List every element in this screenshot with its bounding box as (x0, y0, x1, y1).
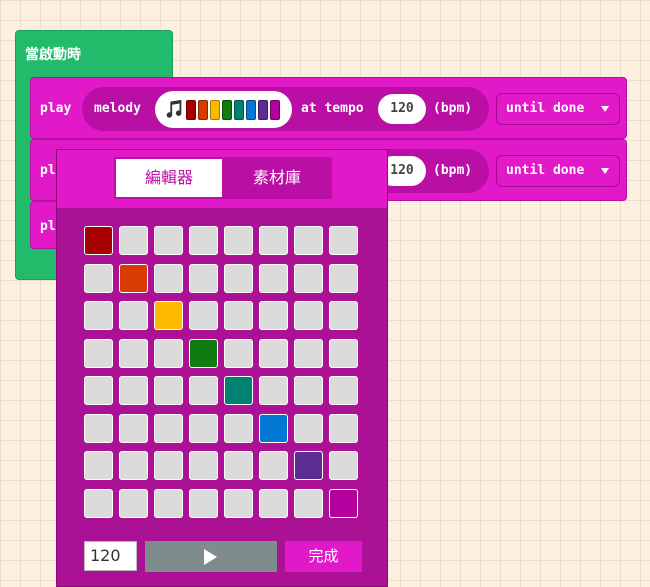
note-cell[interactable] (294, 226, 323, 255)
note-cell[interactable] (259, 338, 288, 368)
note-cell[interactable] (189, 226, 218, 255)
note-cell[interactable] (294, 413, 323, 443)
note-cell[interactable] (259, 488, 288, 518)
tab-gallery[interactable]: 素材庫 (224, 159, 330, 197)
note-cell[interactable] (259, 301, 288, 330)
play-mode-value: until done (506, 101, 585, 116)
melody-field[interactable] (155, 91, 292, 128)
play-melody-block[interactable]: play melody at tempo 120 (bpm) until don… (30, 77, 627, 139)
note-cell[interactable] (84, 376, 113, 405)
editor-tab-bar: 編輯器 素材庫 (114, 157, 332, 199)
note-cell[interactable] (259, 226, 288, 255)
note-cell[interactable] (189, 451, 218, 480)
note-cell[interactable] (119, 338, 148, 368)
note-cell-selected[interactable] (294, 451, 323, 480)
melody-note-swatch (198, 100, 208, 120)
note-cell-selected[interactable] (224, 376, 253, 405)
melody-note-swatch (210, 100, 220, 120)
melody-note-swatch (186, 100, 196, 120)
play-mode-dropdown[interactable]: until done (496, 155, 620, 187)
note-cell[interactable] (154, 376, 183, 405)
music-note-icon (166, 99, 182, 118)
note-cell[interactable] (329, 451, 358, 480)
note-cell[interactable] (329, 226, 358, 255)
note-cell[interactable] (224, 488, 253, 518)
note-cell[interactable] (329, 376, 358, 405)
tab-editor[interactable]: 編輯器 (116, 159, 222, 197)
melody-note-swatch (246, 100, 256, 120)
note-cell[interactable] (119, 451, 148, 480)
note-cell[interactable] (84, 263, 113, 293)
note-cell[interactable] (154, 451, 183, 480)
note-cell[interactable] (259, 263, 288, 293)
note-cell-selected[interactable] (329, 488, 358, 518)
note-cell[interactable] (84, 301, 113, 330)
note-cell[interactable] (294, 338, 323, 368)
at-tempo-label: at tempo (301, 101, 364, 116)
note-cell[interactable] (224, 263, 253, 293)
melody-editor: 編輯器 素材庫 120 完成 (56, 149, 388, 587)
play-triangle-icon (204, 549, 217, 565)
note-cell[interactable] (119, 413, 148, 443)
note-cell[interactable] (154, 488, 183, 518)
play-mode-dropdown[interactable]: until done (496, 93, 620, 125)
note-cell[interactable] (224, 226, 253, 255)
melody-note-swatch (234, 100, 244, 120)
note-cell[interactable] (224, 338, 253, 368)
note-cell[interactable] (224, 413, 253, 443)
note-cell[interactable] (294, 263, 323, 293)
note-cell[interactable] (259, 376, 288, 405)
melody-note-swatch (258, 100, 268, 120)
note-cell[interactable] (189, 413, 218, 443)
note-cell[interactable] (119, 301, 148, 330)
note-cell[interactable] (154, 413, 183, 443)
note-cell[interactable] (224, 301, 253, 330)
tempo-input[interactable]: 120 (84, 541, 137, 571)
bpm-label: (bpm) (433, 101, 473, 116)
note-cell[interactable] (154, 226, 183, 255)
note-cell[interactable] (259, 451, 288, 480)
note-cell-selected[interactable] (259, 413, 288, 443)
note-cell[interactable] (329, 338, 358, 368)
note-cell[interactable] (84, 451, 113, 480)
note-cell[interactable] (189, 376, 218, 405)
melody-label: melody (94, 101, 141, 116)
note-cell[interactable] (329, 263, 358, 293)
on-start-label: 當啟動時 (25, 47, 81, 63)
note-cell[interactable] (119, 488, 148, 518)
note-cell[interactable] (119, 376, 148, 405)
bpm-label: (bpm) (433, 163, 473, 178)
note-cell[interactable] (329, 413, 358, 443)
note-cell[interactable] (329, 301, 358, 330)
preview-play-button[interactable] (145, 541, 277, 572)
play-mode-value: until done (506, 163, 585, 178)
note-cell[interactable] (84, 488, 113, 518)
chevron-down-icon (601, 168, 609, 174)
note-cell[interactable] (224, 451, 253, 480)
note-cell[interactable] (294, 301, 323, 330)
note-cell-selected[interactable] (119, 263, 148, 293)
note-cell[interactable] (189, 301, 218, 330)
editor-header: 編輯器 素材庫 (57, 150, 387, 208)
note-cell[interactable] (119, 226, 148, 255)
note-cell[interactable] (84, 413, 113, 443)
melody-note-swatch (270, 100, 280, 120)
note-cell-selected[interactable] (189, 338, 218, 368)
melody-note-swatch (222, 100, 232, 120)
note-cell[interactable] (294, 488, 323, 518)
note-cell-selected[interactable] (154, 301, 183, 330)
note-cell[interactable] (154, 338, 183, 368)
done-button[interactable]: 完成 (285, 541, 362, 572)
chevron-down-icon (601, 106, 609, 112)
note-cell[interactable] (189, 488, 218, 518)
play-label: play (40, 101, 72, 116)
note-cell-selected[interactable] (84, 226, 113, 255)
note-cell[interactable] (189, 263, 218, 293)
note-cell[interactable] (84, 338, 113, 368)
note-cell[interactable] (294, 376, 323, 405)
tempo-value-field[interactable]: 120 (378, 94, 426, 124)
note-cell[interactable] (154, 263, 183, 293)
